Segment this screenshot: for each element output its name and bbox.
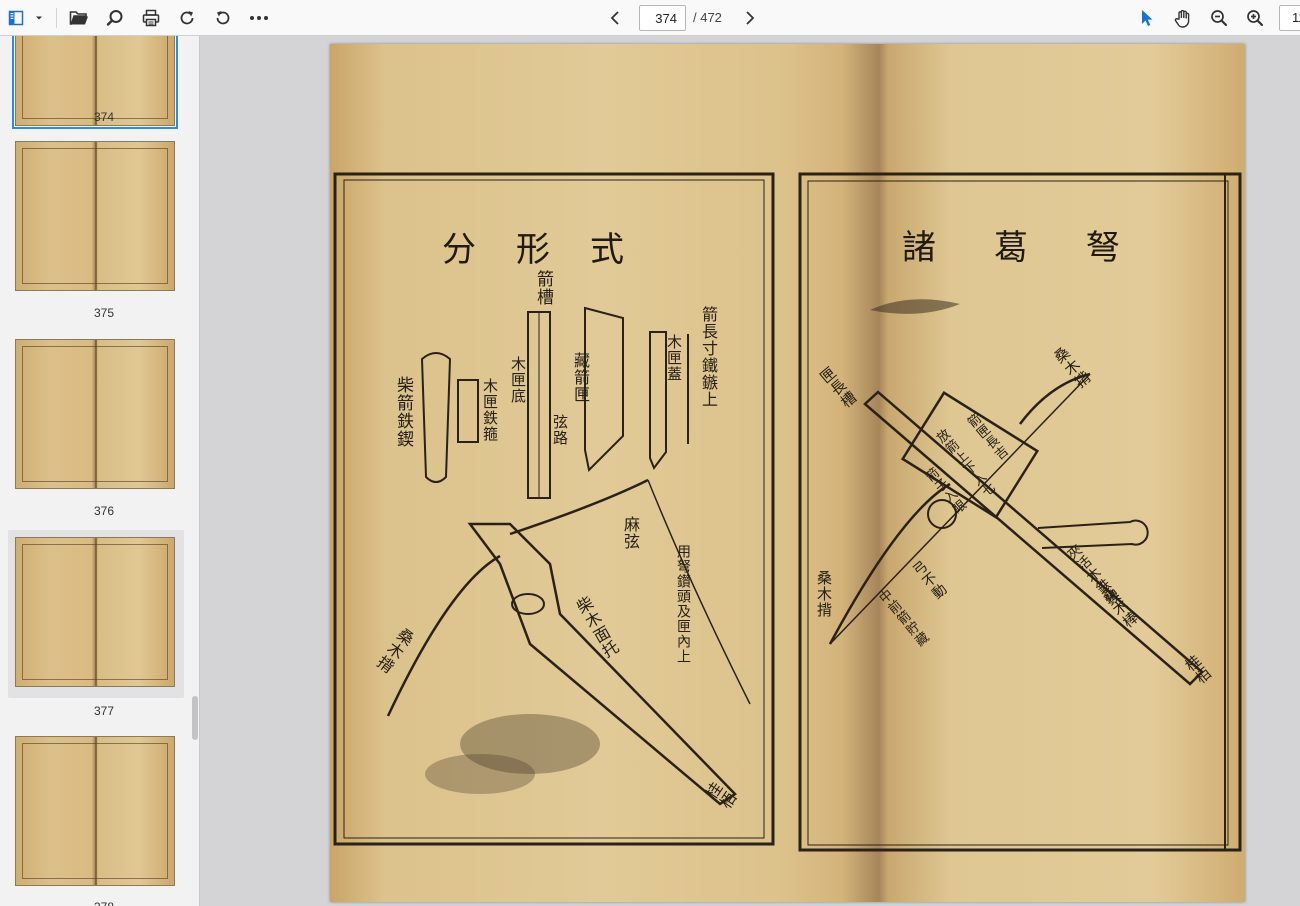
label-wood-box-iron: 木匣鉄箍 [481,378,499,442]
chevron-left-icon [609,10,621,26]
sidebar-scrollbar[interactable] [192,696,198,740]
previous-page-button[interactable] [601,4,629,32]
thumbnail-label: 374 [93,110,115,124]
label-board-notes: 用弩鑽頭及匣內上 [675,544,691,664]
reload-button[interactable] [173,4,201,32]
right-page-title: 諸葛弩 [902,228,1178,268]
print-icon [142,9,160,27]
hand-icon [1174,9,1192,28]
refresh-icon [178,9,196,27]
thumbnail-page-377[interactable]: 377 [8,530,184,718]
label-wood-box-bottom: 木匣底 [509,356,527,404]
find-button[interactable] [101,4,129,32]
thumbnail-image [15,736,175,886]
cursor-arrow-icon [1140,9,1154,27]
thumbnail-image [15,537,175,687]
label-hemp-string: 麻弦 [621,516,640,550]
label-string-path: 弦路 [551,414,569,446]
toolbar: / 472 110% [0,0,1300,36]
document-page: 分形式 箭槽 箭長寸鐵鏃上 木匣蓋 藏箭匣 弦路 木匣底 木匣鉄箍 柴箭鉄鍥 麻… [330,44,1245,902]
sidebar-toggle-icon [8,10,24,26]
label-bow: 桑木揹 [815,570,833,618]
toolbar-separator [56,8,57,28]
label-arrow-length: 箭長寸鐵鏃上 [699,306,718,408]
zoom-out-button[interactable] [1205,4,1233,32]
hand-tool-button[interactable] [1169,4,1197,32]
chevron-right-icon [744,10,756,26]
thumbnail-page-376[interactable]: 376 [8,334,184,524]
page-count-label: / 472 [693,10,722,25]
thumbnail-label: 377 [93,704,115,718]
more-icon [249,15,269,21]
page-number-input[interactable] [639,5,686,31]
thumbnail-page-375[interactable]: 375 [8,136,184,326]
left-page-title: 分形式 [442,230,664,270]
thumbnail-sidebar: 374 375 376 377 378 [0,36,200,906]
sidebar-toggle-button[interactable] [2,4,30,32]
search-icon [106,9,124,27]
thumbnail-label: 376 [93,504,115,518]
open-file-button[interactable] [65,4,93,32]
rotate-button[interactable] [209,4,237,32]
label-arrow-iron: 柴箭鉄鍥 [393,376,413,448]
next-page-button[interactable] [736,4,764,32]
thumbnail-label: 375 [93,306,115,320]
thumbnail-page-378[interactable]: 378 [8,732,184,906]
sidebar-options-button[interactable] [28,4,50,32]
page-artwork [333,172,1242,852]
label-wood-box-lid: 木匣蓋 [665,334,683,382]
zoom-select[interactable]: 110% [1279,5,1300,31]
thumbnail-image [15,339,175,489]
chevron-down-icon [34,13,44,23]
label-hide-arrow-box: 藏箭匣 [571,352,590,403]
zoom-in-button[interactable] [1241,4,1269,32]
more-tools-button[interactable] [245,4,273,32]
select-tool-button[interactable] [1133,4,1161,32]
print-button[interactable] [137,4,165,32]
zoom-out-icon [1210,9,1228,27]
thumbnail-image [15,141,175,291]
label-arrow-groove: 箭槽 [533,270,553,306]
rotate-left-icon [214,9,232,27]
folder-open-icon [69,9,89,27]
thumbnail-label: 378 [8,900,199,906]
zoom-in-icon [1246,9,1264,27]
